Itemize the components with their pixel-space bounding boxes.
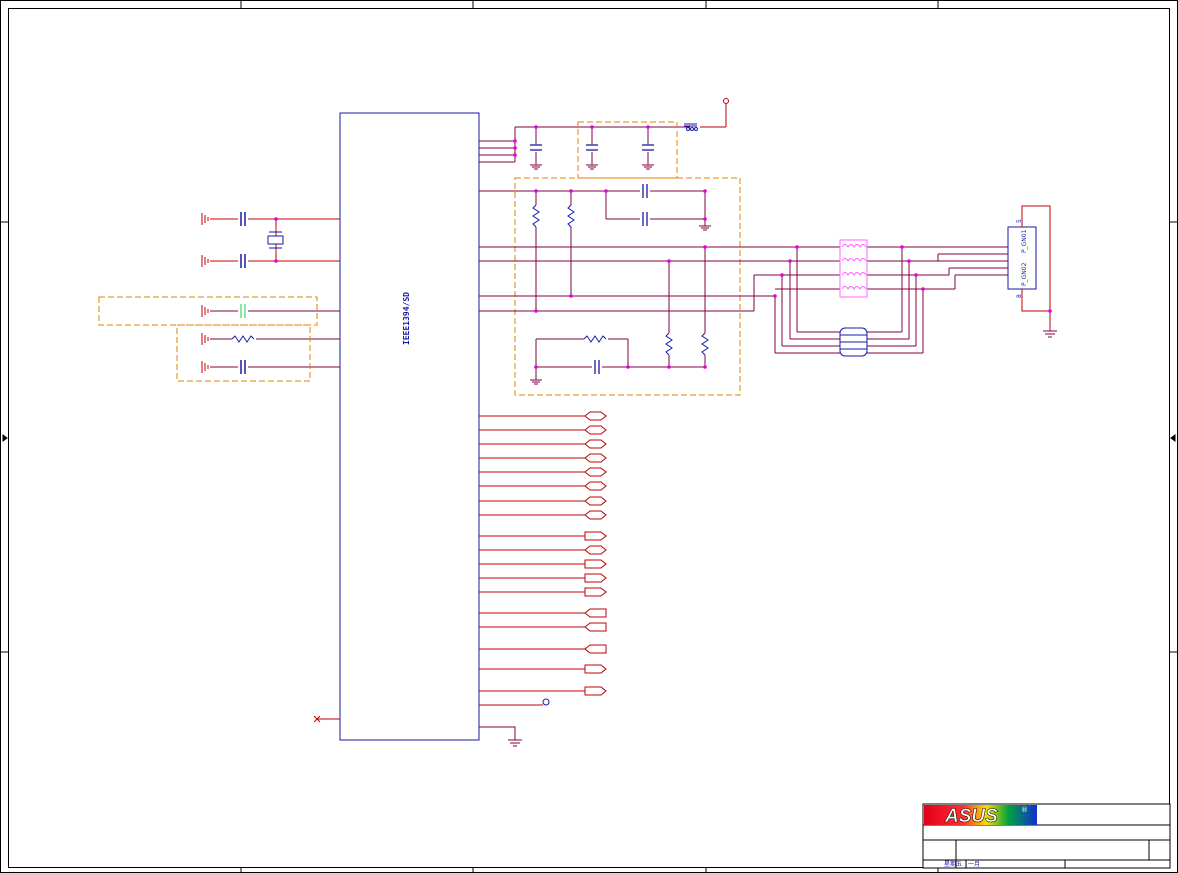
test-point-icon — [479, 698, 550, 706]
junction-dot — [703, 217, 707, 221]
junction-dot — [569, 294, 573, 298]
off-page-port — [584, 531, 607, 541]
sheet-frame — [0, 0, 1178, 873]
decoupling-capacitors — [530, 144, 654, 152]
junction-dot — [667, 259, 671, 263]
junction-dot — [534, 309, 538, 313]
junction-dot — [590, 125, 594, 129]
junction-dot — [907, 259, 911, 263]
asus-logo-icon: ASUS ® — [924, 805, 1037, 827]
off-page-port — [584, 481, 607, 491]
off-page-port — [584, 686, 607, 696]
junction-dot — [604, 189, 608, 193]
off-page-port — [584, 559, 607, 569]
ieee1394-sd-chip: IEEE1394/SD — [339, 112, 480, 741]
junction-dot — [921, 287, 925, 291]
termination-grounds — [530, 225, 711, 385]
connector-ground-icon — [1043, 330, 1057, 338]
off-page-port — [584, 622, 607, 632]
junction-dot — [795, 245, 799, 249]
junction-dot — [626, 365, 630, 369]
termination-capacitors — [592, 184, 650, 374]
connector-label-b: P_GN02 — [1021, 262, 1028, 286]
left-capacitors — [238, 212, 248, 374]
off-page-port — [584, 467, 607, 477]
off-page-port — [584, 496, 607, 506]
off-page-port — [584, 587, 607, 597]
footer-text-b: 一月 — [968, 861, 980, 868]
left-ground-symbols — [201, 213, 209, 373]
junction-dot — [513, 153, 517, 157]
junction-dot — [788, 259, 792, 263]
off-page-port — [584, 608, 607, 618]
junction-dot — [667, 365, 671, 369]
power-port-icon — [723, 98, 729, 104]
ieee1394-connector: 5 8 P_GN01 P_GN02 — [1007, 205, 1051, 331]
junction-dot — [534, 365, 538, 369]
footer-text-a: 星期五 — [944, 860, 962, 868]
junction-dot — [1048, 309, 1052, 313]
junction-dot — [534, 189, 538, 193]
connector-pin-bottom: 8 — [1016, 294, 1023, 298]
junction-dot — [703, 365, 707, 369]
signal-ports — [479, 411, 607, 696]
off-page-port — [584, 573, 607, 583]
junction-dot — [646, 125, 650, 129]
junction-dot — [513, 146, 517, 150]
junction-dot — [703, 189, 707, 193]
schematic-sheet: IEEE1394/SD 5 8 P_GN01 P_GN02 ASUS ® 星期五… — [0, 0, 1178, 873]
left-circuit — [98, 218, 340, 720]
chip-label: IEEE1394/SD — [402, 292, 411, 345]
connector-label-a: P_GN01 — [1021, 229, 1028, 253]
connector-pin-top: 5 — [1016, 219, 1023, 223]
junction-dot — [703, 245, 707, 249]
junction-dot — [569, 189, 573, 193]
junction-dot — [773, 294, 777, 298]
off-page-port — [584, 411, 607, 421]
junction-dot — [900, 245, 904, 249]
termination-network — [479, 177, 1008, 396]
junction-dot — [274, 259, 278, 263]
chip-ground-icon — [479, 726, 522, 747]
decoupling-grounds — [530, 164, 654, 170]
off-page-port — [584, 664, 607, 674]
junction-dot — [914, 273, 918, 277]
off-page-port — [584, 644, 607, 654]
common-mode-choke-icon — [839, 239, 868, 357]
termination-resistors — [531, 204, 710, 356]
junction-dot — [534, 125, 538, 129]
off-page-port — [584, 545, 607, 555]
asus-logo-text: ASUS — [944, 806, 998, 827]
junction-dot — [274, 217, 278, 221]
off-page-port — [584, 425, 607, 435]
junction-dot — [780, 273, 784, 277]
registered-mark: ® — [1021, 806, 1028, 814]
off-page-port — [584, 510, 607, 520]
off-page-port — [584, 439, 607, 449]
choke-routing — [479, 247, 1008, 354]
left-resistor — [231, 334, 256, 344]
off-page-port — [584, 453, 607, 463]
junction-dot — [513, 139, 517, 143]
